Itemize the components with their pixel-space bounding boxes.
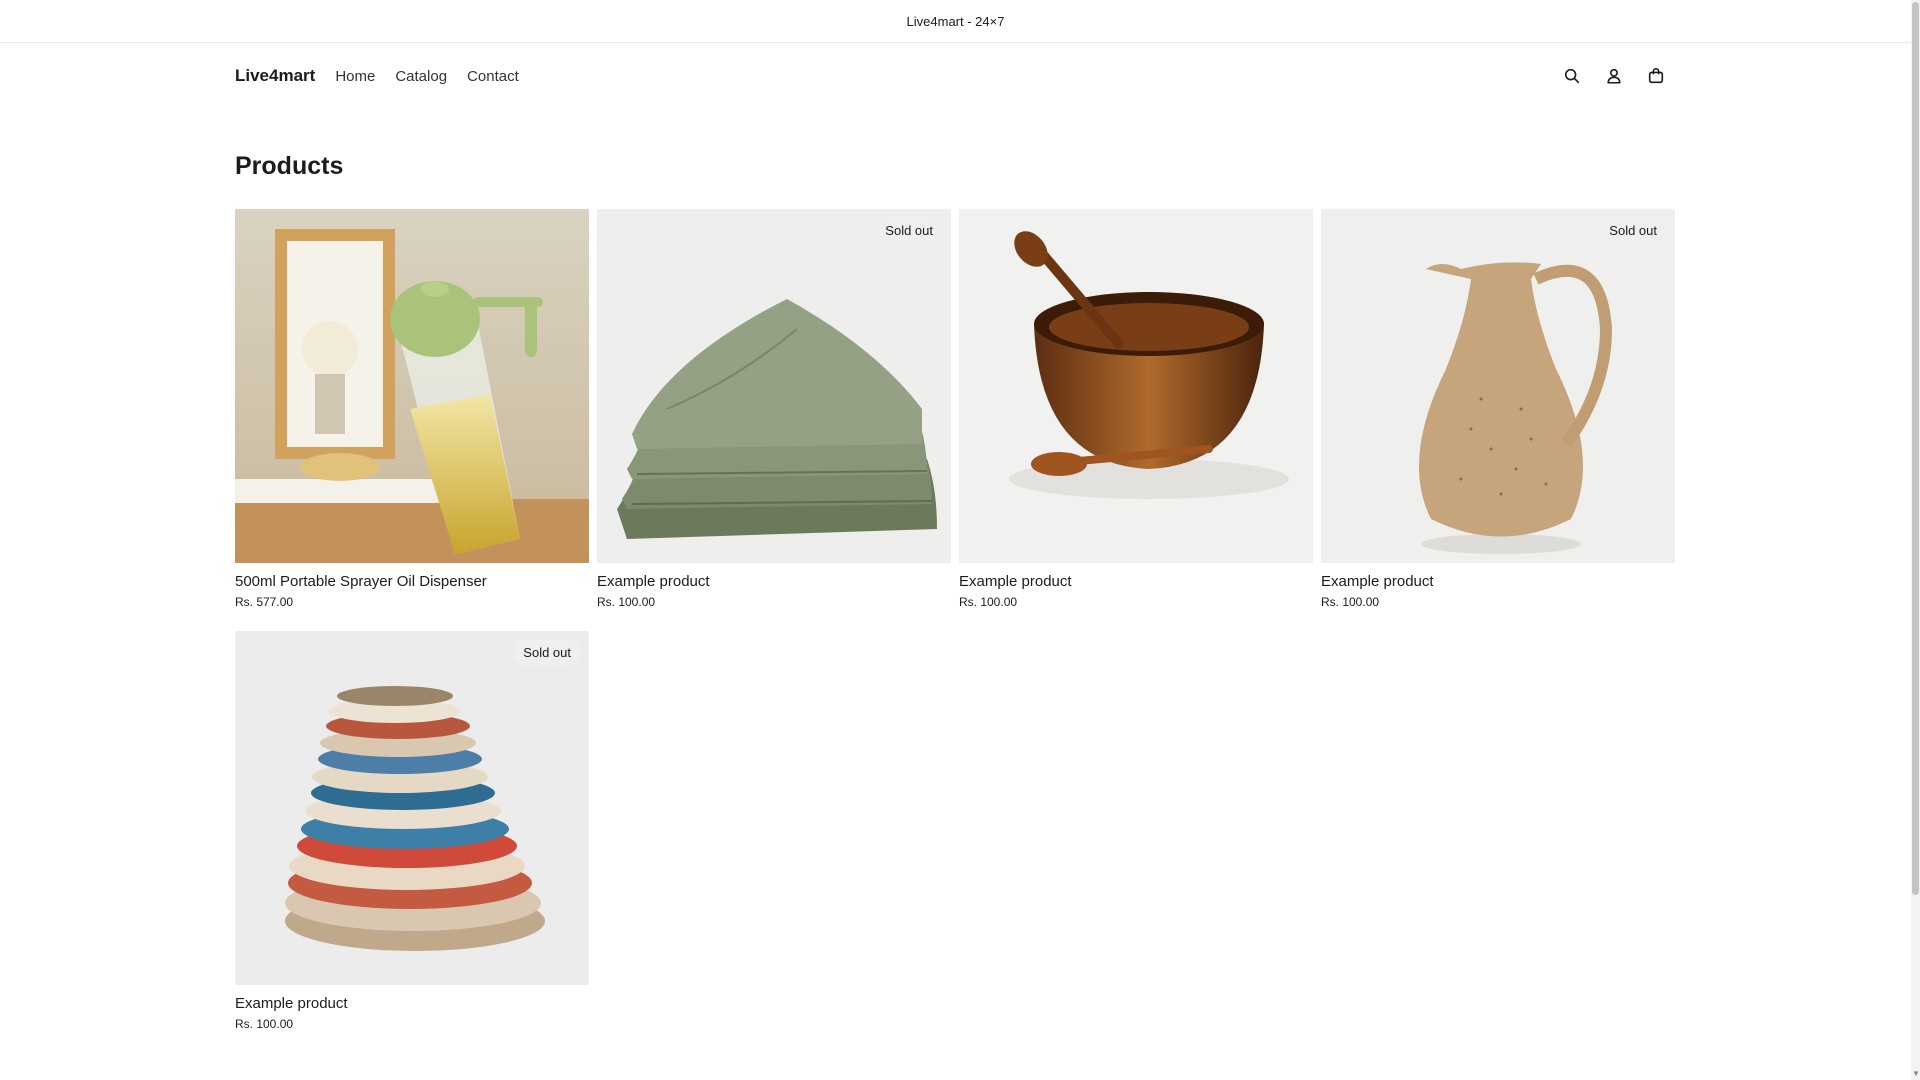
product-title[interactable]: Example product	[597, 573, 951, 590]
store-logo[interactable]: Live4mart	[235, 66, 315, 86]
product-price: Rs. 100.00	[959, 595, 1018, 609]
account-icon[interactable]	[1603, 65, 1625, 87]
nav-catalog[interactable]: Catalog	[395, 68, 447, 85]
product-card[interactable]: Sold out Example product Rs. 100.00	[1321, 209, 1675, 609]
product-image[interactable]: Sold out	[1321, 209, 1675, 563]
nav-contact[interactable]: Contact	[467, 68, 519, 85]
announcement-bar: Live4mart - 24×7	[0, 0, 1911, 43]
product-price: Rs. 100.00	[597, 595, 656, 609]
product-card[interactable]: Sold out Example product Rs. 100.00	[235, 631, 589, 1031]
product-image[interactable]	[235, 209, 589, 563]
product-title[interactable]: Example product	[959, 573, 1313, 590]
product-card[interactable]: 500ml Portable Sprayer Oil Dispenser Rs.…	[235, 209, 589, 609]
folded-linen-image	[597, 209, 951, 563]
page-title: Products	[235, 152, 344, 180]
scrollbar-thumb[interactable]	[1912, 2, 1919, 895]
product-title[interactable]: Example product	[235, 995, 589, 1012]
stacked-plates-image	[235, 631, 589, 985]
product-title[interactable]: Example product	[1321, 573, 1675, 590]
product-price: Rs. 577.00	[235, 595, 294, 609]
cart-icon[interactable]	[1645, 65, 1667, 87]
product-price: Rs. 100.00	[235, 1017, 294, 1031]
product-grid: 500ml Portable Sprayer Oil Dispenser Rs.…	[235, 209, 1676, 1031]
nav-home[interactable]: Home	[335, 68, 375, 85]
product-image[interactable]	[959, 209, 1313, 563]
sold-out-badge: Sold out	[513, 639, 581, 666]
vertical-scrollbar[interactable]: ▼	[1911, 0, 1920, 1080]
product-title[interactable]: 500ml Portable Sprayer Oil Dispenser	[235, 573, 589, 590]
scroll-down-arrow-icon[interactable]: ▼	[1912, 1070, 1920, 1078]
site-header: Live4mart Home Catalog Contact	[235, 60, 1675, 92]
product-image[interactable]: Sold out	[235, 631, 589, 985]
oil-dispenser-image	[235, 209, 589, 563]
main-nav: Home Catalog Contact	[335, 68, 518, 85]
wooden-bowl-image	[959, 209, 1313, 563]
product-card[interactable]: Example product Rs. 100.00	[959, 209, 1313, 609]
search-icon[interactable]	[1561, 65, 1583, 87]
announcement-text: Live4mart - 24×7	[906, 13, 1005, 29]
product-card[interactable]: Sold out Example product Rs. 100.00	[597, 209, 951, 609]
sold-out-badge: Sold out	[1599, 217, 1667, 244]
sold-out-badge: Sold out	[875, 217, 943, 244]
header-icons	[1561, 65, 1667, 87]
product-price: Rs. 100.00	[1321, 595, 1380, 609]
product-image[interactable]: Sold out	[597, 209, 951, 563]
ceramic-pitcher-image	[1321, 209, 1675, 563]
